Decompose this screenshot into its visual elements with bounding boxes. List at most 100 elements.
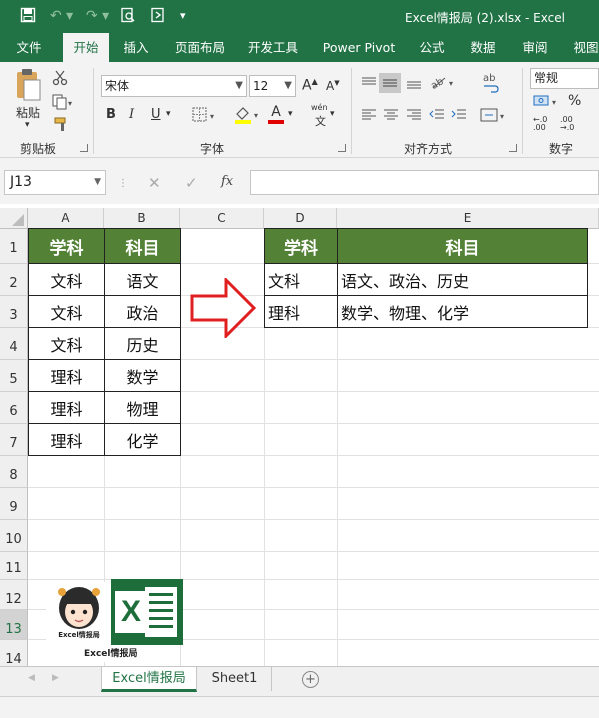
table1-header-course[interactable]: 科目 bbox=[104, 228, 181, 264]
tab-formulas[interactable]: 公式 bbox=[413, 33, 451, 62]
column-header-d[interactable]: D bbox=[264, 208, 337, 229]
row-header-1[interactable]: 1 bbox=[0, 229, 28, 264]
font-name-combo[interactable]: 宋体 ▼ bbox=[101, 75, 247, 97]
row-header-12[interactable]: 12 bbox=[0, 580, 28, 610]
formula-input[interactable] bbox=[250, 170, 599, 195]
underline-dropdown-icon[interactable]: ▾ bbox=[166, 109, 171, 119]
row-header-2[interactable]: 2 bbox=[0, 264, 28, 296]
paste-label[interactable]: 粘贴 bbox=[16, 104, 40, 121]
phonetic-icon[interactable]: wén bbox=[311, 103, 328, 112]
row-header-13[interactable]: 13 bbox=[0, 610, 28, 640]
paste-dropdown-icon[interactable]: ▾ bbox=[25, 120, 30, 130]
table2-cell[interactable]: 语文、政治、历史 bbox=[337, 263, 588, 296]
tab-insert[interactable]: 插入 bbox=[116, 33, 156, 62]
percent-style-button[interactable]: % bbox=[568, 93, 581, 109]
number-format-combo[interactable]: 常规 bbox=[530, 68, 599, 89]
tab-view[interactable]: 视图 bbox=[566, 33, 599, 62]
table1-cell[interactable]: 理科 bbox=[28, 391, 105, 424]
phonetic-dropdown-icon[interactable]: ▾ bbox=[330, 109, 335, 119]
table1-cell[interactable]: 政治 bbox=[104, 295, 181, 328]
row-header-8[interactable]: 8 bbox=[0, 456, 28, 488]
font-size-combo[interactable]: 12 ▼ bbox=[249, 75, 296, 97]
table1-cell[interactable]: 化学 bbox=[104, 423, 181, 456]
table1-cell[interactable]: 理科 bbox=[28, 359, 105, 392]
row-header-5[interactable]: 5 bbox=[0, 360, 28, 392]
paste-icon[interactable] bbox=[14, 68, 42, 105]
fill-color-icon[interactable]: ▾ bbox=[234, 105, 262, 128]
font-color-icon[interactable]: A bbox=[268, 104, 284, 124]
row-header-6[interactable]: 6 bbox=[0, 392, 28, 424]
row-header-4[interactable]: 4 bbox=[0, 328, 28, 360]
chevron-down-icon[interactable]: ▼ bbox=[284, 76, 292, 96]
row-header-7[interactable]: 7 bbox=[0, 424, 28, 456]
print-preview-icon[interactable] bbox=[120, 7, 136, 28]
cancel-button[interactable]: ✕ bbox=[148, 174, 161, 192]
customize-quick-access-icon[interactable]: ▾ bbox=[180, 7, 186, 25]
decrease-font-icon[interactable]: A▼ bbox=[326, 79, 340, 93]
undo-icon[interactable]: ↶ ▾ bbox=[50, 7, 73, 25]
add-sheet-button[interactable]: + bbox=[302, 671, 319, 688]
align-top-icon[interactable] bbox=[361, 75, 377, 94]
select-all-corner[interactable] bbox=[0, 208, 28, 229]
column-header-b[interactable]: B bbox=[104, 208, 180, 229]
row-header-10[interactable]: 10 bbox=[0, 520, 28, 552]
currency-format-icon[interactable]: ▾ bbox=[533, 93, 563, 112]
table1-cell[interactable]: 数学 bbox=[104, 359, 181, 392]
table2-cell[interactable]: 理科 bbox=[264, 295, 338, 328]
table2-header-subject-type[interactable]: 学科 bbox=[264, 228, 338, 264]
tab-page-layout[interactable]: 页面布局 bbox=[170, 33, 230, 62]
table1-cell[interactable]: 文科 bbox=[28, 263, 105, 296]
phonetic-char-icon[interactable]: 文 bbox=[315, 113, 326, 129]
tab-file[interactable]: 文件 bbox=[8, 33, 50, 62]
italic-button[interactable]: I bbox=[129, 107, 134, 122]
table1-cell[interactable]: 理科 bbox=[28, 423, 105, 456]
merge-center-icon[interactable]: ▾ bbox=[480, 107, 508, 126]
align-bottom-icon[interactable] bbox=[406, 75, 422, 94]
wrap-text-icon[interactable]: ab bbox=[482, 72, 500, 97]
align-right-icon[interactable] bbox=[406, 108, 422, 125]
enter-button[interactable]: ✓ bbox=[185, 174, 198, 192]
worksheet-grid[interactable]: A B C D E 1 2 3 4 5 6 7 8 9 10 11 12 13 … bbox=[0, 204, 599, 666]
cut-icon[interactable] bbox=[52, 70, 68, 89]
align-center-icon[interactable] bbox=[383, 108, 399, 125]
font-color-dropdown-icon[interactable]: ▾ bbox=[288, 109, 293, 119]
table1-cell[interactable]: 文科 bbox=[28, 295, 105, 328]
tab-review[interactable]: 审阅 bbox=[515, 33, 555, 62]
table1-cell[interactable]: 语文 bbox=[104, 263, 181, 296]
decrease-indent-icon[interactable] bbox=[429, 108, 445, 125]
align-left-icon[interactable] bbox=[361, 108, 377, 125]
chevron-down-icon[interactable]: ▼ bbox=[235, 76, 243, 96]
sheet-tab-excel-qingbaoju[interactable]: Excel情报局 bbox=[101, 667, 197, 692]
underline-button[interactable]: U bbox=[151, 107, 161, 122]
tab-developer[interactable]: 开发工具 bbox=[243, 33, 303, 62]
tab-home[interactable]: 开始 bbox=[63, 33, 109, 62]
font-launcher-icon[interactable] bbox=[338, 144, 346, 152]
column-header-e[interactable]: E bbox=[337, 208, 599, 229]
alignment-launcher-icon[interactable] bbox=[509, 144, 517, 152]
borders-icon[interactable]: ▾ bbox=[192, 107, 218, 126]
align-middle-button[interactable] bbox=[379, 73, 401, 93]
column-header-a[interactable]: A bbox=[28, 208, 104, 229]
table2-cell[interactable]: 数学、物理、化学 bbox=[337, 295, 588, 328]
redo-icon[interactable]: ↷ ▾ bbox=[86, 7, 109, 25]
row-header-9[interactable]: 9 bbox=[0, 488, 28, 520]
name-box[interactable]: J13 ▼ bbox=[4, 170, 106, 195]
increase-font-icon[interactable]: A▲ bbox=[302, 77, 318, 94]
column-header-c[interactable]: C bbox=[180, 208, 264, 229]
copy-icon[interactable]: ▾ bbox=[52, 94, 74, 113]
orientation-icon[interactable]: ab ▾ bbox=[429, 74, 458, 93]
scroll-tabs-right-icon[interactable]: ▶ bbox=[52, 673, 59, 683]
table1-header-subject-type[interactable]: 学科 bbox=[28, 228, 105, 264]
export-icon[interactable] bbox=[150, 7, 166, 28]
table1-cell[interactable]: 历史 bbox=[104, 327, 181, 360]
save-icon[interactable] bbox=[20, 7, 36, 28]
sheet-tab-sheet1[interactable]: Sheet1 bbox=[198, 667, 272, 691]
insert-function-button[interactable]: fx bbox=[221, 174, 233, 189]
row-header-14[interactable]: 14 bbox=[0, 640, 28, 666]
scroll-tabs-left-icon[interactable]: ◀ bbox=[28, 673, 35, 683]
table2-cell[interactable]: 文科 bbox=[264, 263, 338, 296]
decrease-decimal-icon[interactable]: .00 →.0 bbox=[560, 116, 574, 132]
table1-cell[interactable]: 文科 bbox=[28, 327, 105, 360]
tab-power-pivot[interactable]: Power Pivot bbox=[316, 33, 402, 62]
row-header-3[interactable]: 3 bbox=[0, 296, 28, 328]
